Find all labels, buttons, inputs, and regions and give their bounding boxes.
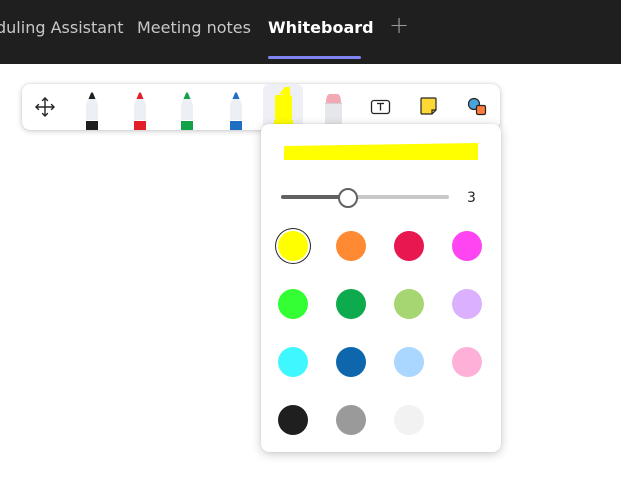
color-swatch[interactable] <box>278 289 308 319</box>
stroke-width-value: 3 <box>467 190 476 206</box>
active-tab-indicator <box>268 56 361 59</box>
stroke-preview <box>284 143 478 160</box>
red-pen-button[interactable] <box>126 84 154 130</box>
color-swatch[interactable] <box>336 289 366 319</box>
tab-scheduling-assistant[interactable]: duling Assistant <box>0 0 123 58</box>
color-swatch[interactable] <box>394 347 424 377</box>
black-pen-button[interactable] <box>78 84 106 130</box>
color-swatch[interactable] <box>278 405 308 435</box>
color-swatch[interactable] <box>452 231 482 261</box>
tab-bar: duling Assistant Meeting notes Whiteboar… <box>0 0 621 64</box>
color-swatch[interactable] <box>336 231 366 261</box>
color-swatch[interactable] <box>278 347 308 377</box>
color-swatch[interactable] <box>336 347 366 377</box>
stroke-width-slider[interactable] <box>281 186 451 208</box>
color-swatch[interactable] <box>394 405 424 435</box>
color-swatch[interactable] <box>452 347 482 377</box>
tab-meeting-notes[interactable]: Meeting notes <box>137 0 251 58</box>
green-pen-button[interactable] <box>173 84 201 130</box>
plus-icon[interactable]: + <box>388 12 410 38</box>
color-swatch[interactable] <box>336 405 366 435</box>
color-swatch[interactable] <box>278 231 308 261</box>
color-swatch[interactable] <box>452 289 482 319</box>
whiteboard-app: duling Assistant Meeting notes Whiteboar… <box>0 0 621 480</box>
color-swatch[interactable] <box>394 231 424 261</box>
blue-pen-button[interactable] <box>222 84 250 130</box>
tab-whiteboard[interactable]: Whiteboard <box>268 0 374 58</box>
slider-thumb[interactable] <box>338 188 358 208</box>
move-icon[interactable] <box>30 84 60 130</box>
color-swatch[interactable] <box>394 289 424 319</box>
highlighter-options-popup: 3 <box>261 124 501 452</box>
